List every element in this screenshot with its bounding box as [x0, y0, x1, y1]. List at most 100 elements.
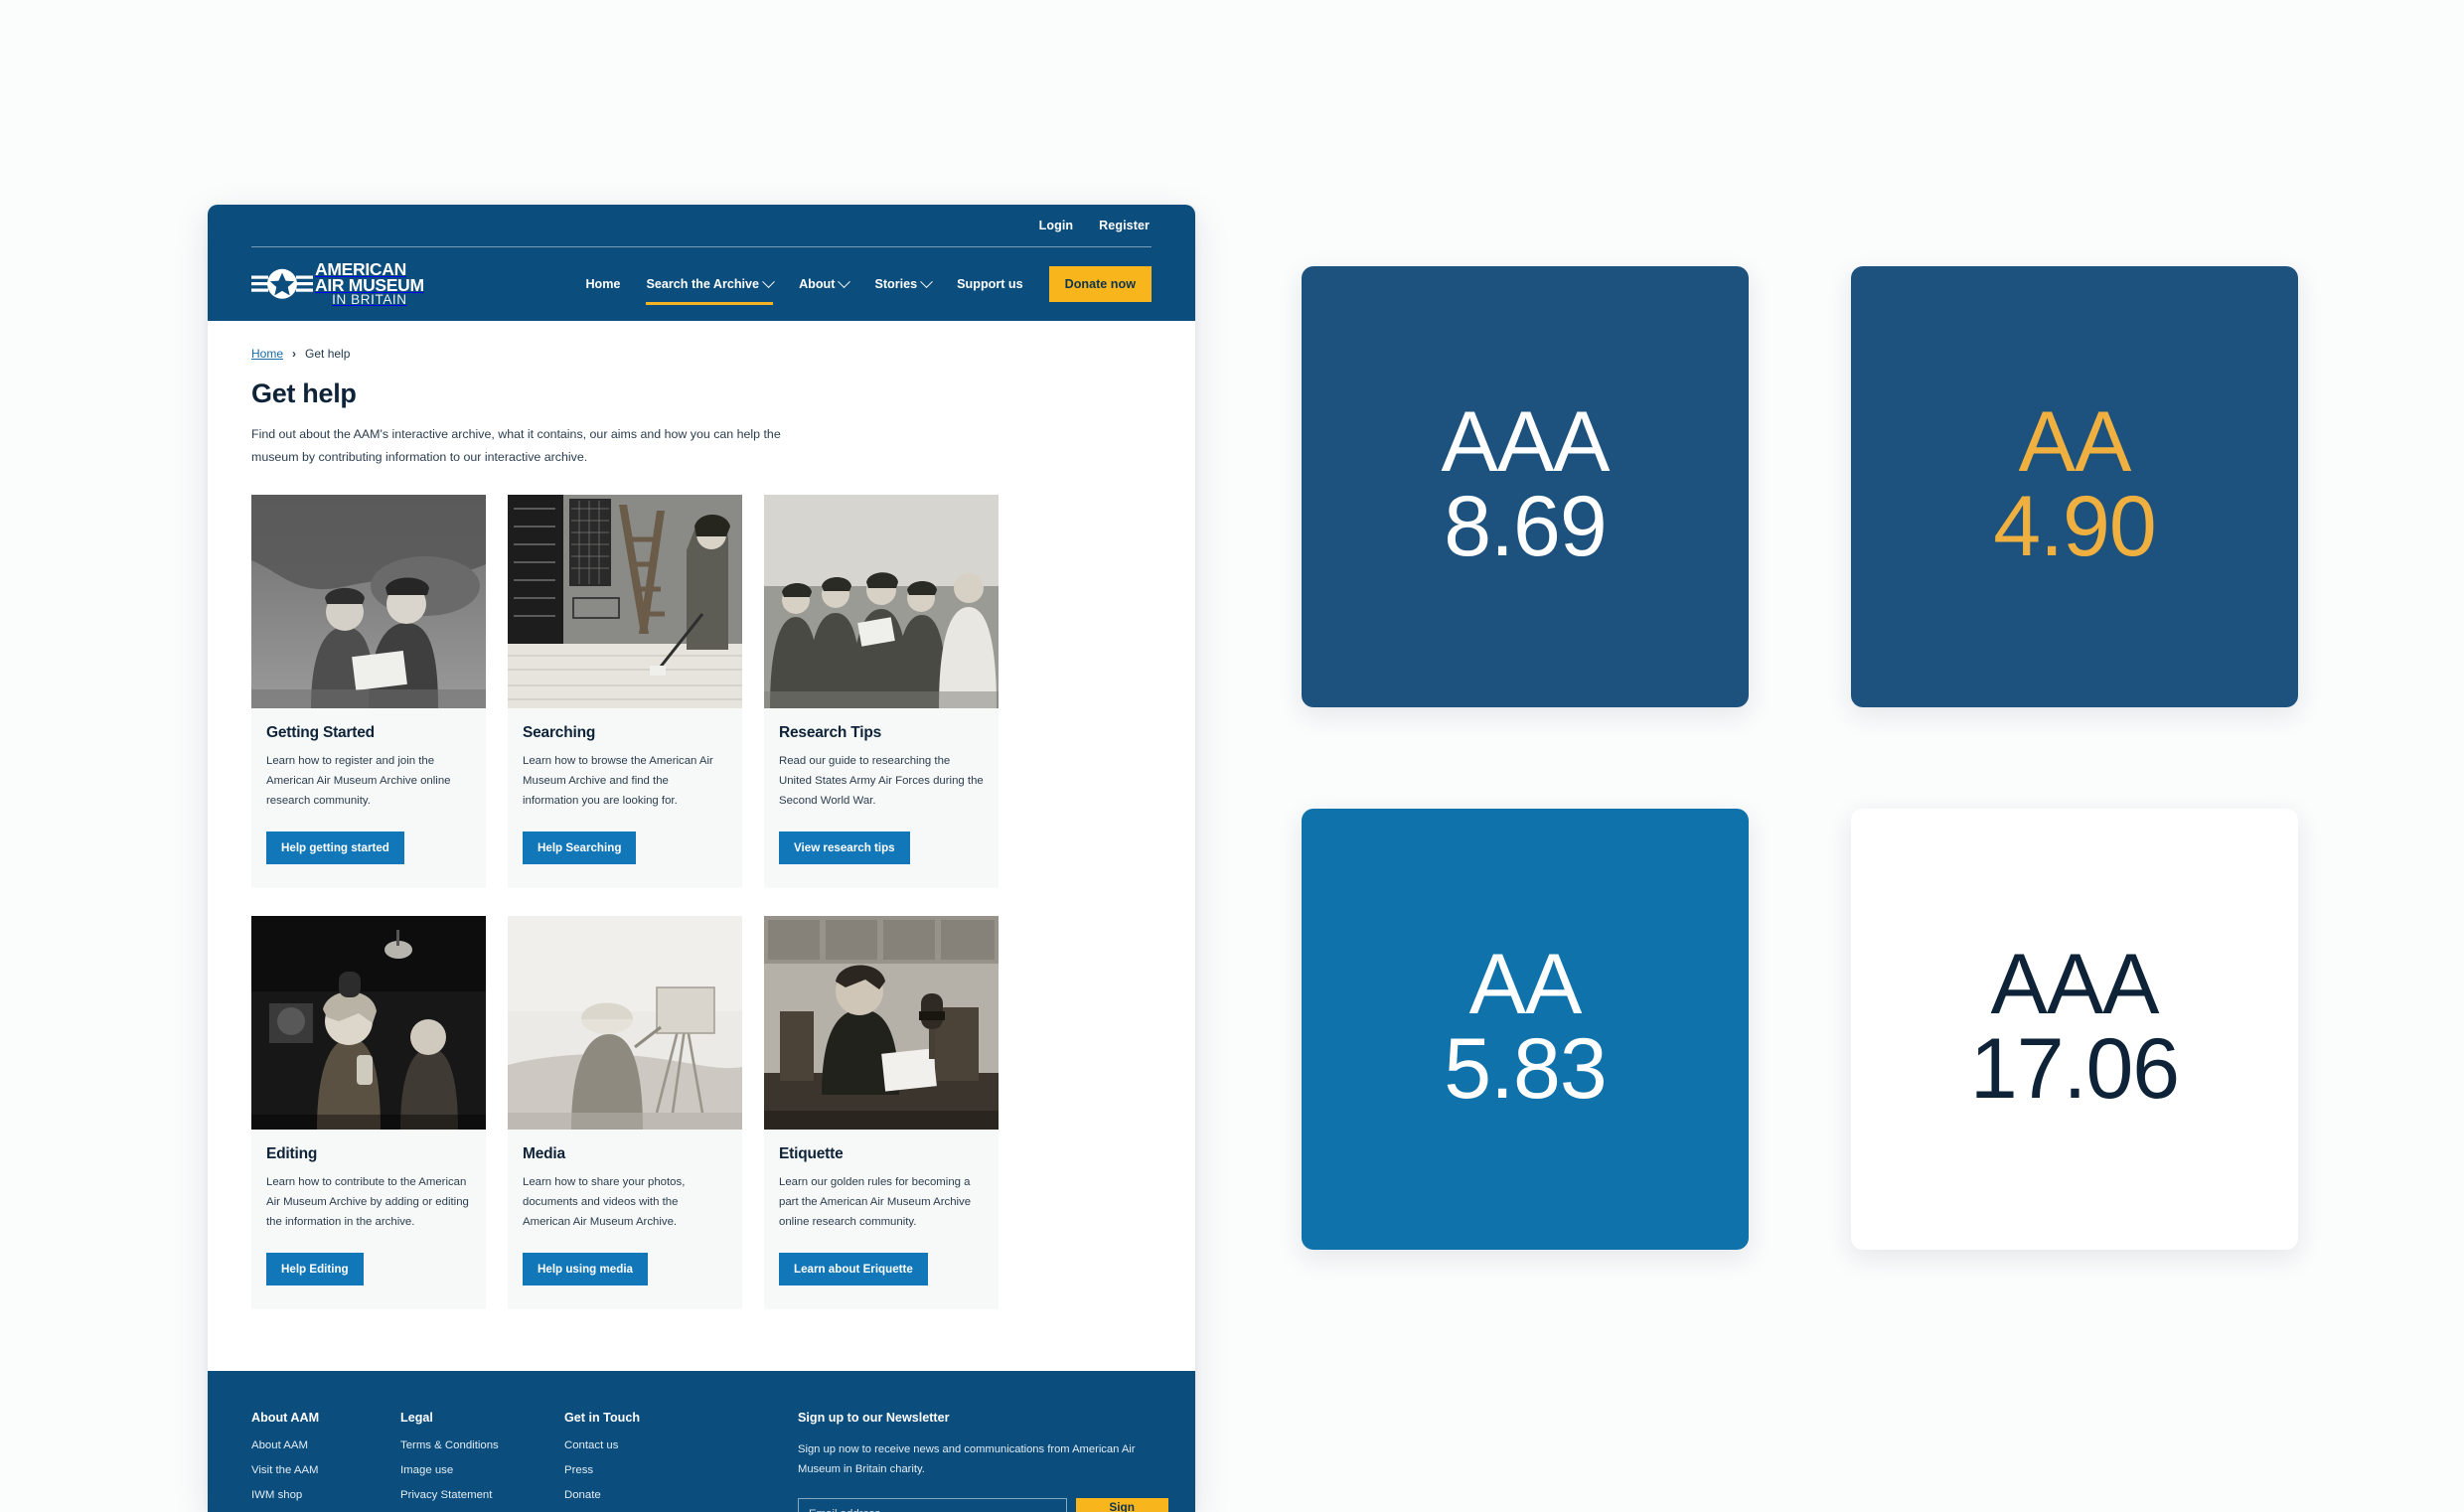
- help-card[interactable]: Media Learn how to share your photos, do…: [508, 915, 742, 1309]
- footer-columns: About AAM About AAM Visit the AAM IWM sh…: [251, 1411, 1168, 1512]
- footer-column-heading: Get in Touch: [564, 1410, 641, 1425]
- nav-item-stories[interactable]: Stories: [874, 271, 934, 297]
- card-description: Read our guide to researching the United…: [779, 754, 984, 808]
- card-body: Getting Started Learn how to register an…: [251, 708, 486, 888]
- nav-item-support-us[interactable]: Support us: [957, 271, 1022, 297]
- card-description: Learn how to contribute to the American …: [266, 1175, 469, 1229]
- card-image-research-tips: [764, 494, 999, 708]
- help-card-grid: Getting Started Learn how to register an…: [251, 494, 1152, 1309]
- breadcrumb: Home › Get help: [251, 347, 1152, 361]
- newsletter-heading: Sign up to our Newsletter: [798, 1410, 950, 1425]
- nav-label: About: [799, 277, 836, 291]
- nav-item-about[interactable]: About: [799, 271, 851, 297]
- screenshot-canvas: Login Register AMERICAN AIR MUSEUM IN BR…: [0, 0, 2464, 1512]
- site-logo[interactable]: AMERICAN AIR MUSEUM IN BRITAIN: [251, 260, 424, 308]
- footer-link[interactable]: Terms & Conditions: [400, 1439, 564, 1451]
- card-description: Learn how to share your photos, document…: [523, 1175, 686, 1229]
- website-mockup: Login Register AMERICAN AIR MUSEUM IN BR…: [208, 205, 1195, 1512]
- donate-now-button[interactable]: Donate now: [1048, 266, 1152, 302]
- email-input[interactable]: [798, 1497, 1067, 1512]
- logo-line-2: AIR MUSEUM: [315, 275, 424, 296]
- card-body: Searching Learn how to browse the Americ…: [508, 708, 742, 888]
- card-action-button[interactable]: Help Editing: [266, 1252, 364, 1285]
- card-title: Media: [523, 1144, 565, 1162]
- contrast-level: AA: [1468, 937, 1583, 1033]
- breadcrumb-separator-icon: ›: [292, 347, 297, 361]
- contrast-tile: AA 4.90: [1851, 266, 2298, 707]
- card-image-etiquette: [764, 915, 999, 1130]
- card-image-getting-started: [251, 494, 486, 708]
- contrast-level: AAA: [1990, 937, 2159, 1033]
- card-body: Research Tips Read our guide to research…: [764, 708, 999, 888]
- usaaf-roundel-star-icon: [251, 265, 313, 303]
- contrast-ratio: 4.90: [1993, 478, 2156, 574]
- footer-link[interactable]: About AAM: [251, 1439, 400, 1451]
- contrast-level: AA: [2018, 394, 2132, 491]
- card-title: Getting Started: [266, 723, 375, 741]
- breadcrumb-current: Get help: [305, 347, 351, 361]
- footer-link[interactable]: Press: [564, 1464, 798, 1476]
- utility-nav: Login Register: [208, 205, 1195, 246]
- primary-navigation: Home Search the Archive About Stories Su…: [559, 266, 1152, 305]
- help-card[interactable]: Searching Learn how to browse the Americ…: [508, 494, 742, 888]
- footer-link[interactable]: IWM shop: [251, 1489, 400, 1501]
- nav-label: Stories: [874, 277, 918, 291]
- card-body: Etiquette Learn our golden rules for bec…: [764, 1130, 999, 1309]
- footer-newsletter: Sign up to our Newsletter Sign up now to…: [798, 1411, 1168, 1512]
- contrast-ratio: 8.69: [1444, 478, 1607, 574]
- help-card[interactable]: Research Tips Read our guide to research…: [764, 494, 999, 888]
- card-description: Learn our golden rules for becoming a pa…: [779, 1175, 972, 1229]
- footer-column-get-in-touch: Get in Touch Contact us Press Donate: [564, 1411, 798, 1512]
- register-link[interactable]: Register: [1099, 219, 1150, 232]
- footer-link[interactable]: Contact us: [564, 1439, 798, 1451]
- login-link[interactable]: Login: [1039, 219, 1074, 232]
- nav-label: Search the Archive: [646, 277, 760, 291]
- newsletter-form: Sign up: [798, 1497, 1168, 1512]
- card-description: Learn how to browse the American Air Mus…: [523, 754, 713, 808]
- card-image-media: [508, 915, 742, 1130]
- footer-column-heading: About AAM: [251, 1410, 320, 1425]
- site-footer: About AAM About AAM Visit the AAM IWM sh…: [208, 1370, 1195, 1512]
- page-intro-text: Find out about the AAM's interactive arc…: [251, 427, 781, 464]
- chevron-down-icon: [920, 274, 934, 288]
- card-title: Etiquette: [779, 1144, 844, 1162]
- contrast-ratio: 17.06: [1969, 1020, 2180, 1117]
- footer-link[interactable]: Donate: [564, 1489, 798, 1501]
- help-card[interactable]: Etiquette Learn our golden rules for bec…: [764, 915, 999, 1309]
- card-image-searching: [508, 494, 742, 708]
- footer-column-about-aam: About AAM About AAM Visit the AAM IWM sh…: [251, 1411, 400, 1512]
- footer-column-legal: Legal Terms & Conditions Image use Priva…: [400, 1411, 564, 1512]
- card-action-button[interactable]: Help Searching: [523, 831, 637, 864]
- card-body: Editing Learn how to contribute to the A…: [251, 1130, 486, 1309]
- logo-line-3: IN BRITAIN: [332, 292, 407, 308]
- card-description: Learn how to register and join the Ameri…: [266, 754, 451, 808]
- card-action-button[interactable]: View research tips: [779, 831, 910, 864]
- card-action-button[interactable]: Help using media: [523, 1252, 648, 1285]
- contrast-tile: AA 5.83: [1302, 809, 1749, 1250]
- footer-link[interactable]: Image use: [400, 1464, 564, 1476]
- footer-link[interactable]: Visit the AAM: [251, 1464, 400, 1476]
- footer-link[interactable]: Privacy Statement: [400, 1489, 564, 1501]
- footer-column-heading: Legal: [400, 1410, 433, 1425]
- nav-item-home[interactable]: Home: [585, 271, 620, 297]
- card-title: Searching: [523, 723, 596, 741]
- nav-label: Home: [585, 277, 621, 291]
- help-card[interactable]: Editing Learn how to contribute to the A…: [251, 915, 486, 1309]
- help-card[interactable]: Getting Started Learn how to register an…: [251, 494, 486, 888]
- logo-wordmark: AMERICAN AIR MUSEUM IN BRITAIN: [315, 260, 424, 308]
- card-action-button[interactable]: Help getting started: [266, 831, 404, 864]
- card-action-button[interactable]: Learn about Eriquette: [779, 1252, 928, 1285]
- newsletter-description: Sign up now to receive news and communic…: [798, 1442, 1136, 1475]
- site-header: Login Register AMERICAN AIR MUSEUM IN BR…: [208, 205, 1195, 321]
- card-image-editing: [251, 915, 486, 1130]
- contrast-level: AAA: [1441, 394, 1610, 491]
- breadcrumb-home-link[interactable]: Home: [251, 347, 283, 361]
- main-navbar: AMERICAN AIR MUSEUM IN BRITAIN Home Sear…: [208, 247, 1195, 321]
- chevron-down-icon: [762, 274, 775, 288]
- nav-label: Support us: [957, 277, 1023, 291]
- nav-item-search-the-archive[interactable]: Search the Archive: [646, 271, 775, 305]
- contrast-tile: AAA 17.06: [1851, 809, 2298, 1250]
- newsletter-signup-button[interactable]: Sign up: [1075, 1497, 1168, 1512]
- page-title: Get help: [251, 378, 357, 408]
- contrast-tile: AAA 8.69: [1302, 266, 1749, 707]
